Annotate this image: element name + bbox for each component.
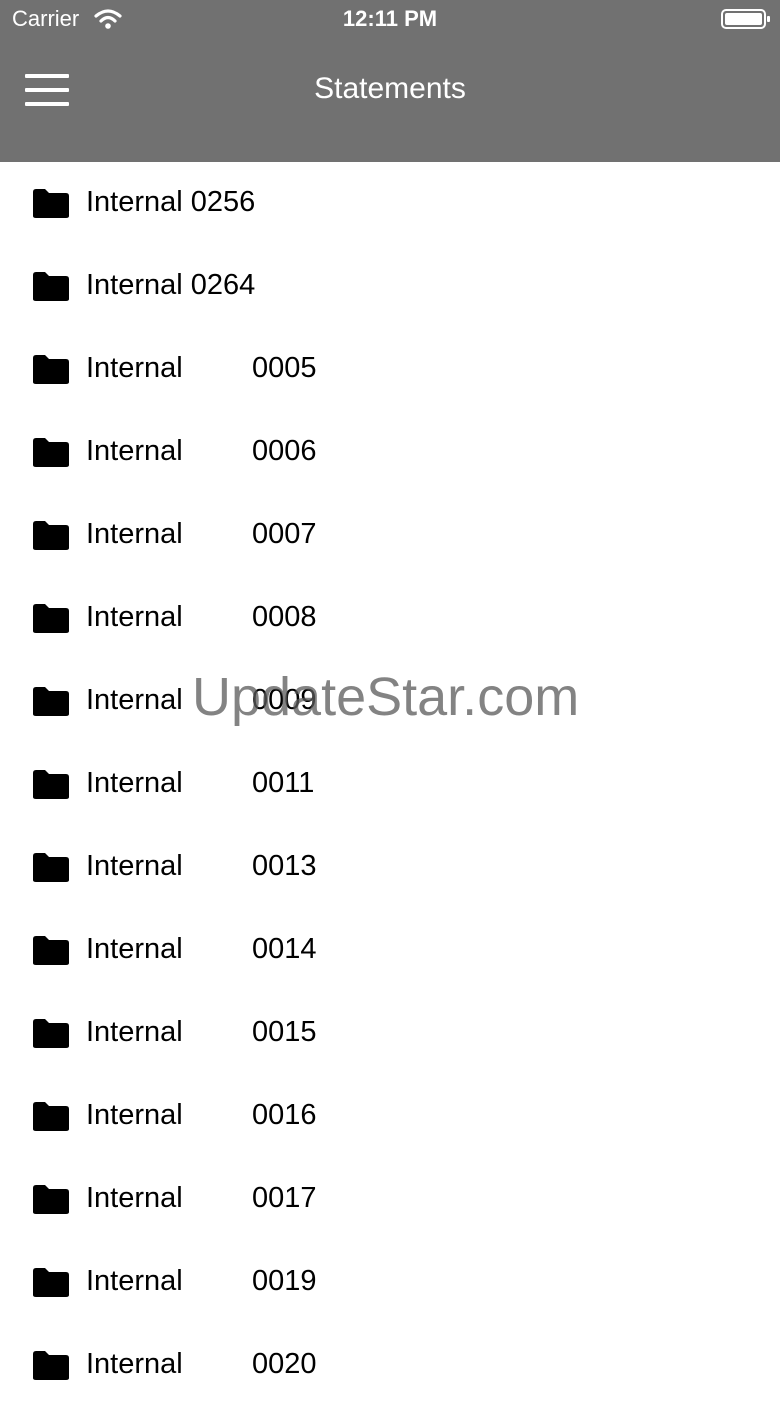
folder-number: 0015 bbox=[252, 1016, 317, 1048]
folder-row[interactable]: Internal 0020 bbox=[0, 1324, 780, 1407]
folder-row[interactable]: Internal 0264 bbox=[0, 245, 780, 328]
folder-name: Internal bbox=[86, 933, 183, 965]
folder-icon bbox=[32, 437, 70, 468]
folder-number: 0013 bbox=[252, 850, 317, 882]
folder-name: Internal bbox=[86, 684, 183, 716]
folder-icon bbox=[32, 271, 70, 302]
folder-name: Internal bbox=[86, 767, 183, 799]
folder-icon bbox=[32, 1184, 70, 1215]
folder-row[interactable]: Internal 0017 bbox=[0, 1158, 780, 1241]
folder-row[interactable]: Internal 0256 bbox=[0, 162, 780, 245]
folder-number: 0009 bbox=[252, 684, 317, 716]
folder-icon bbox=[32, 769, 70, 800]
folder-name: Internal bbox=[86, 352, 183, 384]
folder-row[interactable]: Internal 0015 bbox=[0, 992, 780, 1075]
statements-list: Internal 0256 Internal 0264 Internal 0005 In… bbox=[0, 162, 780, 1407]
folder-name: Internal bbox=[86, 1265, 183, 1297]
folder-number: 0019 bbox=[252, 1265, 317, 1297]
folder-icon bbox=[32, 686, 70, 717]
folder-row[interactable]: Internal 0011 bbox=[0, 743, 780, 826]
page-title: Statements bbox=[314, 72, 466, 105]
folder-icon bbox=[32, 1267, 70, 1298]
folder-icon bbox=[32, 354, 70, 385]
folder-icon bbox=[32, 1101, 70, 1132]
folder-row[interactable]: Internal 0019 bbox=[0, 1241, 780, 1324]
folder-number: 0016 bbox=[252, 1099, 317, 1131]
status-bar: Carrier 12:11 PM bbox=[0, 0, 780, 40]
folder-row[interactable]: Internal 0013 bbox=[0, 826, 780, 909]
folder-icon bbox=[32, 852, 70, 883]
folder-row[interactable]: Internal 0014 bbox=[0, 909, 780, 992]
navigation-bar: Carrier 12:11 PM Statements bbox=[0, 0, 780, 162]
folder-name: Internal bbox=[86, 435, 183, 467]
folder-row[interactable]: Internal 0006 bbox=[0, 411, 780, 494]
folder-icon bbox=[32, 935, 70, 966]
folder-row[interactable]: Internal 0007 bbox=[0, 494, 780, 577]
folder-icon bbox=[32, 520, 70, 551]
folder-number: 0011 bbox=[252, 767, 315, 799]
folder-number: 0007 bbox=[252, 518, 317, 550]
folder-name: Internal bbox=[86, 1099, 183, 1131]
folder-row[interactable]: Internal 0016 bbox=[0, 1075, 780, 1158]
status-time: 12:11 PM bbox=[342, 6, 438, 31]
folder-icon bbox=[32, 188, 70, 219]
folder-icon bbox=[32, 603, 70, 634]
battery-icon bbox=[721, 9, 770, 29]
folder-number: 0020 bbox=[252, 1348, 317, 1380]
folder-row[interactable]: Internal 0005 bbox=[0, 328, 780, 411]
folder-icon bbox=[32, 1350, 70, 1381]
folder-label: Internal 0264 bbox=[86, 269, 256, 301]
folder-row[interactable]: Internal 0009 bbox=[0, 660, 780, 743]
folder-name: Internal bbox=[86, 1182, 183, 1214]
folder-name: Internal bbox=[86, 1016, 183, 1048]
folder-number: 0017 bbox=[252, 1182, 317, 1214]
folder-number: 0006 bbox=[252, 435, 317, 467]
folder-name: Internal bbox=[86, 1348, 183, 1380]
folder-icon bbox=[32, 1018, 70, 1049]
folder-number: 0008 bbox=[252, 601, 317, 633]
folder-name: Internal bbox=[86, 601, 183, 633]
folder-number: 0014 bbox=[252, 933, 317, 965]
folder-row[interactable]: Internal 0008 bbox=[0, 577, 780, 660]
folder-number: 0005 bbox=[252, 352, 317, 384]
folder-name: Internal bbox=[86, 850, 183, 882]
folder-label: Internal 0256 bbox=[86, 186, 256, 218]
folder-name: Internal bbox=[86, 518, 183, 550]
